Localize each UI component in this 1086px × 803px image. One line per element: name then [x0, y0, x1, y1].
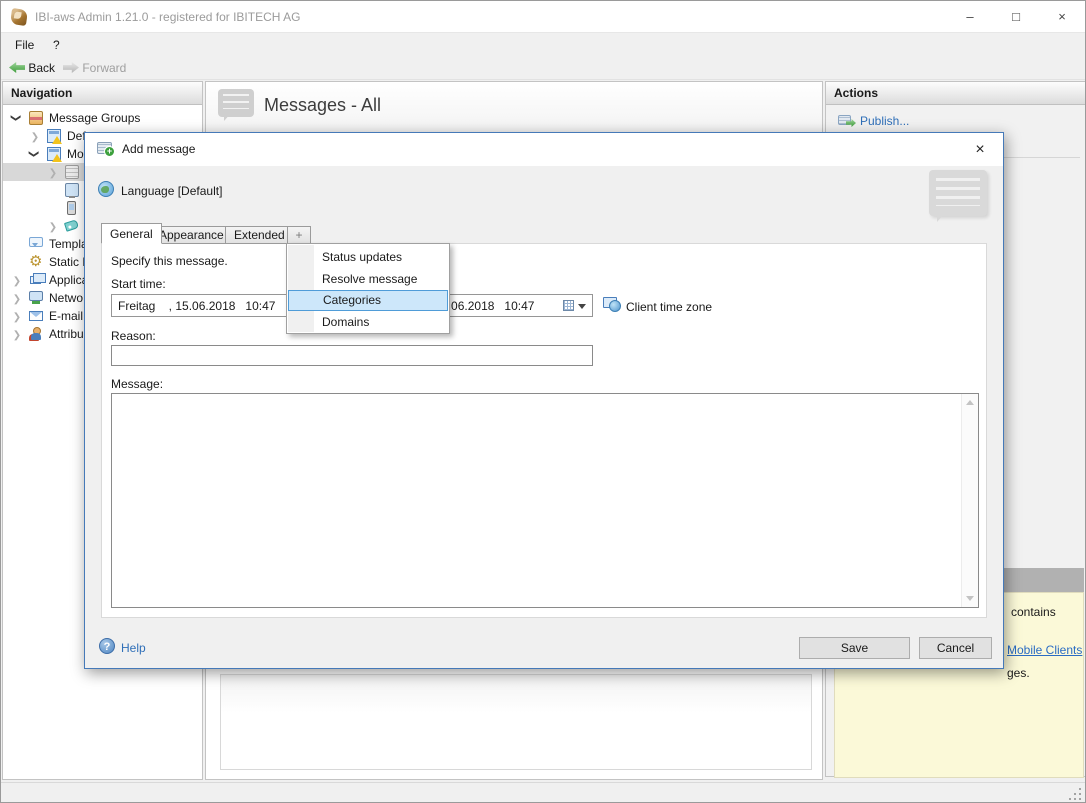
mobile-device-icon — [67, 201, 76, 215]
chevron-down-icon[interactable] — [28, 148, 42, 160]
app-window: IBI-aws Admin 1.21.0 - registered for IB… — [0, 0, 1086, 803]
general-tab-page: Specify this message. Start time: Freita… — [101, 243, 987, 618]
mobile-clients-link[interactable]: Mobile Clients — [1007, 643, 1082, 657]
cancel-button[interactable]: Cancel — [919, 637, 992, 659]
add-tab-button[interactable]: + — [287, 226, 311, 244]
message-textarea[interactable] — [112, 394, 960, 607]
page-title: Messages - All — [264, 95, 382, 115]
message-textarea-frame — [111, 393, 979, 608]
message-label: Message: — [111, 377, 164, 391]
attributes-icon — [29, 327, 43, 341]
message-scrollbar[interactable] — [961, 394, 978, 607]
help-icon: ? — [99, 638, 115, 654]
calendar-dropdown-button[interactable] — [560, 297, 590, 314]
email-icon — [29, 311, 43, 321]
reason-input[interactable] — [111, 345, 593, 366]
applications-icon — [30, 273, 46, 284]
messages-icon — [65, 165, 79, 179]
chevron-right-icon[interactable] — [47, 165, 59, 179]
menu-help[interactable]: ? — [48, 34, 65, 57]
message-groups-icon — [29, 111, 43, 125]
language-label: Language [Default] — [121, 184, 223, 198]
menu-item-domains[interactable]: Domains — [287, 311, 449, 333]
save-button[interactable]: Save — [799, 637, 910, 659]
dialog-title: Add message — [122, 142, 196, 156]
message-watermark-icon — [929, 170, 987, 222]
publish-icon — [838, 115, 851, 125]
navigation-header: Navigation — [3, 82, 202, 105]
forward-button[interactable]: Forward — [63, 57, 126, 79]
chevron-down-icon[interactable] — [10, 112, 24, 124]
chevron-right-icon[interactable] — [47, 219, 59, 233]
client-icon — [65, 183, 79, 198]
tag-icon — [63, 219, 80, 232]
content-header: Messages - All — [206, 82, 822, 132]
menu-item-categories[interactable]: Categories — [288, 290, 448, 311]
caret-down-icon — [578, 304, 586, 309]
actions-header: Actions — [826, 82, 1085, 105]
title-bar: IBI-aws Admin 1.21.0 - registered for IB… — [1, 1, 1085, 33]
static-messages-icon — [29, 255, 43, 269]
client-time-zone-label: Client time zone — [626, 300, 713, 314]
menu-file[interactable]: File — [10, 34, 39, 57]
add-tab-popup-menu: Status updates Resolve message Categorie… — [286, 243, 450, 334]
chevron-right-icon[interactable] — [11, 309, 23, 323]
chevron-right-icon[interactable] — [11, 273, 23, 287]
network-icon — [29, 291, 43, 304]
help-link[interactable]: Help — [121, 641, 146, 655]
default-group-icon — [47, 129, 62, 144]
tab-general[interactable]: General — [101, 223, 162, 244]
dialog-title-bar: Add message × — [85, 133, 1003, 166]
template-icon — [29, 237, 43, 247]
tree-item-message-groups[interactable]: Message Groups — [3, 109, 202, 127]
tab-extended[interactable]: Extended — [225, 226, 294, 244]
tab-appearance[interactable]: Appearance — [150, 226, 233, 244]
note-text: ges. — [1007, 666, 1030, 680]
note-text: contains — [1011, 605, 1056, 619]
language-globe-icon — [98, 181, 114, 197]
start-time-label: Start time: — [111, 277, 166, 291]
tool-bar: Back Forward — [1, 57, 1085, 80]
add-message-icon — [97, 142, 115, 157]
minimize-button[interactable]: – — [947, 1, 993, 32]
add-message-dialog: Add message × Language [Default] General… — [84, 132, 1004, 669]
menu-bar: File ? — [1, 34, 1085, 57]
menu-item-resolve-message[interactable]: Resolve message — [287, 268, 449, 290]
client-time-zone-icon — [603, 296, 621, 312]
reason-label: Reason: — [111, 329, 156, 343]
app-logo-icon — [9, 7, 29, 27]
back-arrow-icon — [9, 62, 25, 73]
window-title: IBI-aws Admin 1.21.0 - registered for IB… — [35, 10, 301, 24]
dialog-close-button[interactable]: × — [963, 136, 997, 163]
calendar-icon — [563, 300, 574, 311]
chevron-right-icon[interactable] — [29, 129, 41, 143]
chevron-right-icon[interactable] — [11, 327, 23, 341]
message-list-area[interactable] — [220, 674, 812, 770]
menu-item-status-updates[interactable]: Status updates — [287, 246, 449, 268]
scroll-down-icon[interactable] — [966, 596, 974, 601]
resize-grip[interactable] — [1079, 798, 1081, 800]
description-text: Specify this message. — [111, 254, 228, 268]
chevron-right-icon[interactable] — [11, 291, 23, 305]
maximize-button[interactable]: □ — [993, 1, 1039, 32]
group-warning-icon — [47, 147, 62, 162]
status-bar — [1, 782, 1085, 802]
scroll-up-icon[interactable] — [966, 400, 974, 405]
back-button[interactable]: Back — [9, 57, 55, 79]
messages-icon — [218, 89, 254, 121]
forward-arrow-icon — [63, 62, 79, 73]
close-button[interactable]: × — [1039, 1, 1085, 32]
